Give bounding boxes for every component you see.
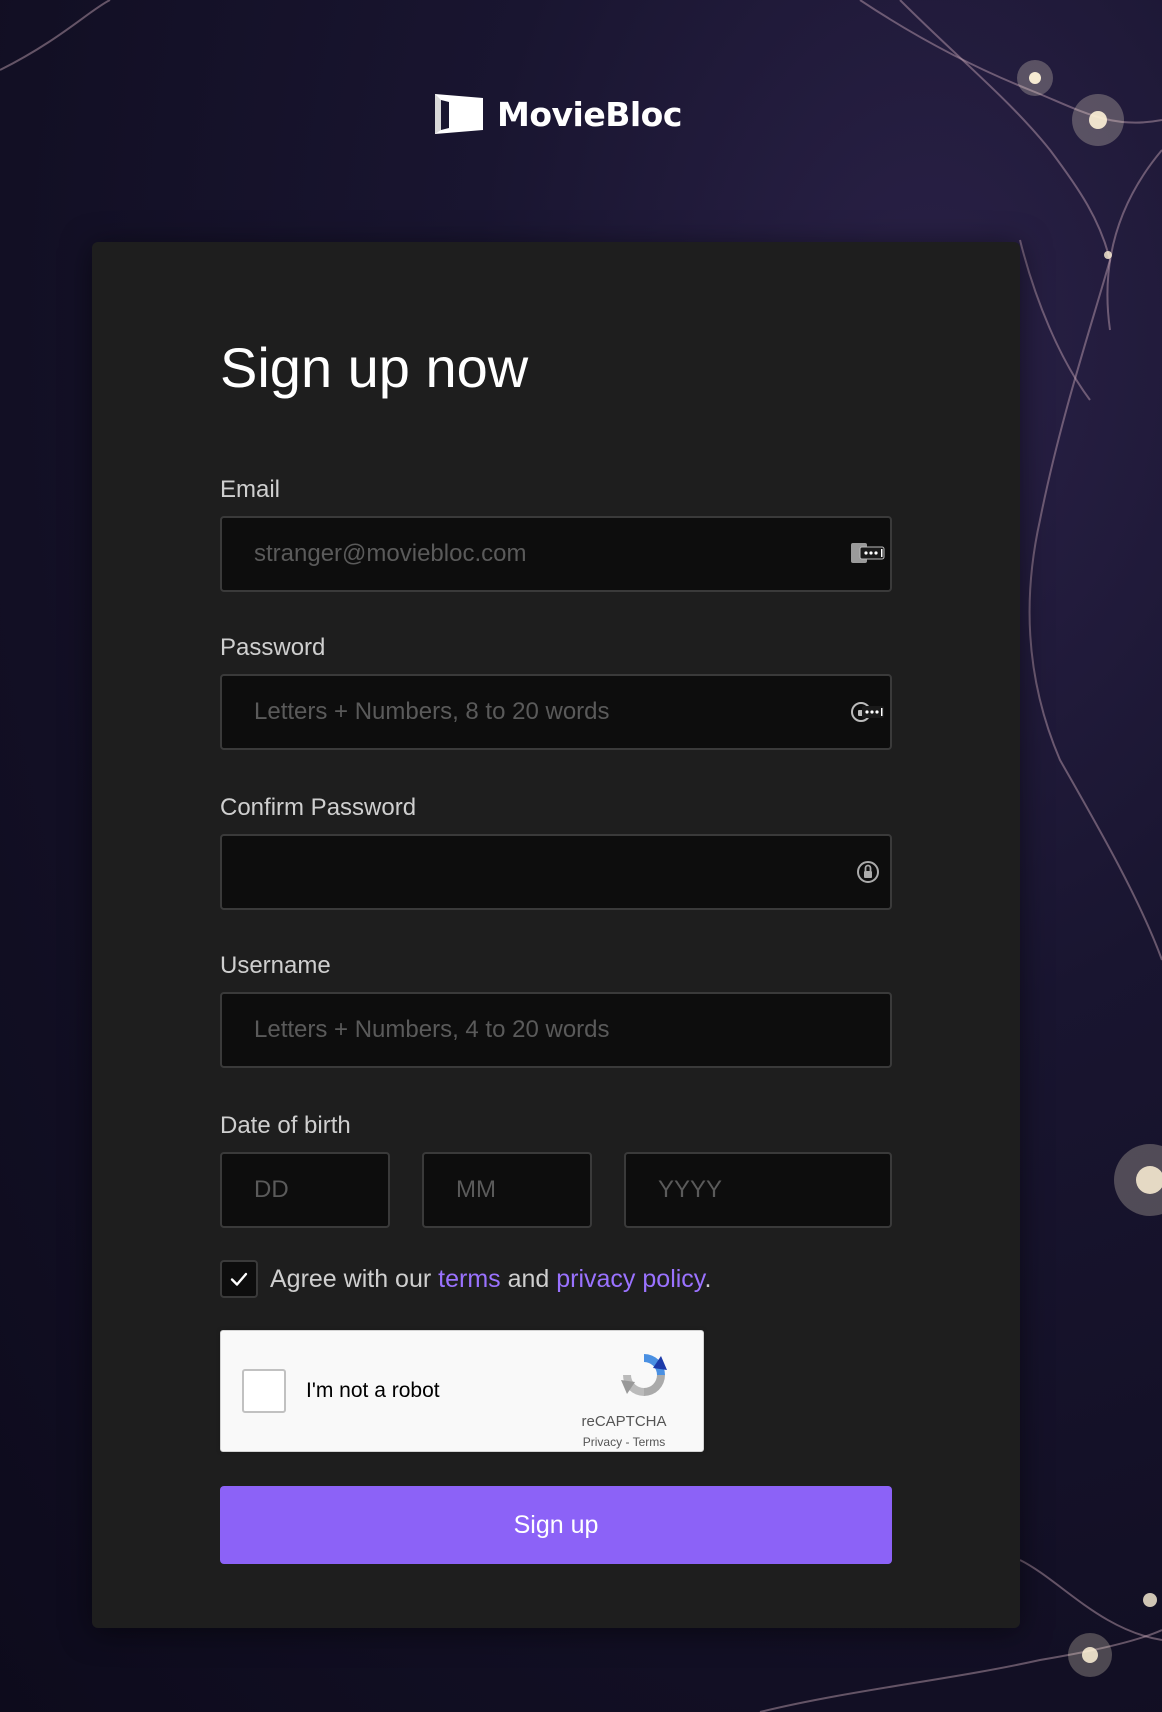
username-input[interactable]	[220, 992, 892, 1068]
signup-card: Sign up now Email Password Confirm Passw…	[92, 242, 1020, 1628]
privacy-policy-link[interactable]: privacy policy	[556, 1265, 704, 1293]
password-input[interactable]	[220, 674, 892, 750]
recaptcha-icon	[621, 1354, 667, 1396]
confirm-password-label: Confirm Password	[220, 794, 417, 821]
brand-name: MovieBloc	[497, 94, 682, 134]
agree-conjunction: and	[500, 1264, 557, 1293]
agree-prefix: Agree with our	[270, 1264, 439, 1293]
username-label: Username	[220, 952, 331, 979]
agree-checkbox[interactable]	[220, 1260, 258, 1298]
moviebloc-logo-icon	[435, 94, 483, 134]
password-label: Password	[220, 634, 326, 661]
recaptcha-widget: I'm not a robot reCAPTCHA Privacy - Term…	[220, 1330, 704, 1452]
agree-terms-row: Agree with our terms and privacy policy.	[220, 1260, 711, 1298]
email-input[interactable]	[220, 516, 892, 592]
terms-link[interactable]: terms	[438, 1265, 501, 1293]
recaptcha-terms-link[interactable]: Terms	[633, 1435, 666, 1449]
page-title: Sign up now	[220, 336, 529, 399]
agree-suffix: .	[704, 1264, 712, 1293]
password-manager-icon[interactable]	[850, 539, 886, 567]
date-of-birth-label: Date of birth	[220, 1112, 351, 1139]
dob-year-input[interactable]	[624, 1152, 892, 1228]
recaptcha-privacy-link[interactable]: Privacy	[583, 1435, 622, 1449]
recaptcha-separator: -	[622, 1435, 633, 1449]
recaptcha-label: I'm not a robot	[306, 1379, 440, 1402]
recaptcha-links: Privacy - Terms	[561, 1435, 687, 1449]
checkmark-icon	[230, 1272, 248, 1286]
brand-logo[interactable]: MovieBloc	[431, 90, 682, 138]
recaptcha-brand: reCAPTCHA	[581, 1413, 667, 1430]
confirm-password-input[interactable]	[220, 834, 892, 910]
password-key-icon[interactable]	[850, 858, 886, 886]
dob-day-input[interactable]	[220, 1152, 390, 1228]
agree-text: Agree with our terms and privacy policy.	[270, 1265, 711, 1294]
recaptcha-checkbox[interactable]	[242, 1369, 286, 1413]
sign-up-button[interactable]: Sign up	[220, 1486, 892, 1564]
password-manager-icon[interactable]	[850, 698, 886, 726]
dob-month-input[interactable]	[422, 1152, 592, 1228]
email-label: Email	[220, 476, 281, 503]
